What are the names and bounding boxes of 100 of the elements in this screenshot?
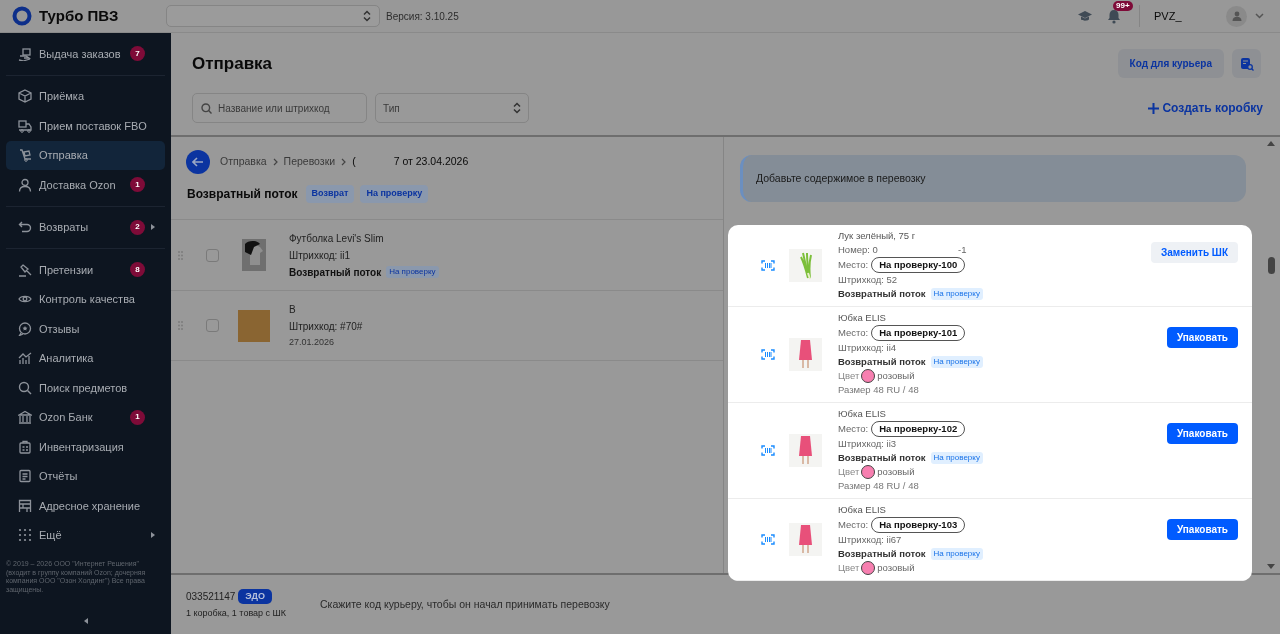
drag-handle-icon[interactable] <box>178 250 183 260</box>
updown-icon <box>363 10 371 22</box>
color-label: Цвет <box>838 369 860 383</box>
sidebar-item[interactable]: Прием поставок FBO <box>6 111 165 141</box>
sidebar-label: Адресное хранение <box>39 498 142 514</box>
bank-icon <box>18 410 32 425</box>
sidebar-item[interactable]: Инвентаризация <box>6 432 165 462</box>
count-badge: 1 <box>130 409 145 425</box>
shipment-number: 033521147 <box>186 589 236 604</box>
breadcrumb-text: 7 от 23.04.2026 <box>393 154 469 170</box>
count-badge: 8 <box>130 262 145 278</box>
product-name: B <box>289 302 297 317</box>
search-field[interactable]: Название или штрихкод <box>192 93 367 123</box>
sidebar-item[interactable]: Приёмка <box>6 81 165 111</box>
document-search-icon <box>1239 56 1254 71</box>
product-name: Юбка ELIS <box>838 503 887 517</box>
flow-text: Возвратный поток <box>838 287 926 301</box>
info-text: Добавьте содержимое в перевозку <box>756 170 926 186</box>
barcode-text: Штрихкод: ii1 <box>289 248 352 263</box>
sidebar-label: Ещё <box>39 528 63 543</box>
product-name: Юбка ELIS <box>838 407 887 421</box>
number-text: -1 <box>958 243 967 257</box>
status-tag: Возврат <box>305 185 355 203</box>
color-label: Цвет <box>838 465 860 479</box>
pack-button[interactable]: Упаковать <box>1166 519 1238 540</box>
sidebar-item[interactable]: Адресное хранение <box>6 491 165 521</box>
flow-text: Возвратный поток <box>838 355 926 369</box>
sidebar-item[interactable]: Возвраты 2 <box>6 212 165 242</box>
number-text: Номер: 0 <box>838 243 879 257</box>
status-tag: На проверку <box>360 185 429 203</box>
avatar[interactable] <box>1226 5 1247 27</box>
document-icon <box>18 469 32 484</box>
scrollbar-thumb[interactable] <box>1267 256 1275 274</box>
cart-icon <box>18 148 32 163</box>
sidebar-item[interactable]: Поиск предметов <box>6 373 165 403</box>
logo-icon <box>12 6 32 26</box>
scroll-down-icon[interactable] <box>1267 564 1275 569</box>
barcode-scan-icon[interactable] <box>761 348 775 360</box>
barcode-text: Штрихкод: #70# <box>289 319 363 334</box>
place-label: Место: <box>838 326 869 340</box>
scroll-up-icon[interactable] <box>1267 141 1275 146</box>
checkbox[interactable] <box>206 319 219 332</box>
chevron-down-icon[interactable] <box>1255 13 1264 19</box>
sidebar-label: Аналитика <box>39 351 95 366</box>
sidebar-label: Претензии <box>39 262 95 278</box>
breadcrumb-link[interactable]: Перевозки <box>283 154 336 170</box>
barcode-scan-icon[interactable] <box>761 533 775 545</box>
sidebar-label: Ozon Банк <box>39 410 94 425</box>
status-tag: На проверку <box>930 288 983 300</box>
sidebar-item[interactable]: Доставка Ozon 1 <box>6 170 165 200</box>
place-label: Место: <box>838 422 869 436</box>
back-button[interactable] <box>186 150 210 174</box>
section-title: Возвратный поток <box>187 186 298 203</box>
user-name: PVZ_ <box>1154 8 1183 24</box>
sidebar-label: Отправка <box>39 148 89 163</box>
sidebar-item[interactable]: Ещё <box>6 520 165 550</box>
barcode-text: Штрихкод: ii67 <box>838 533 903 547</box>
sidebar-item[interactable]: Отзывы <box>6 314 165 344</box>
breadcrumb-link[interactable]: Отправка <box>220 154 267 170</box>
sidebar-label: Доставка Ozon <box>39 177 117 193</box>
pack-button[interactable]: Упаковать <box>1166 423 1238 444</box>
replace-barcode-button[interactable]: Заменить ШК <box>1151 242 1238 263</box>
clipboard-icon <box>18 439 32 454</box>
sidebar-item[interactable]: Ozon Банк 1 <box>6 402 165 432</box>
sidebar-item[interactable]: Выдача заказов 7 <box>6 39 165 69</box>
caret-left-icon[interactable] <box>83 618 88 624</box>
checkbox[interactable] <box>206 248 219 262</box>
hand-box-icon <box>18 46 32 61</box>
sidebar-label: Отзывы <box>39 321 81 337</box>
chevron-right-icon <box>272 158 278 166</box>
place-label: Место: <box>838 258 869 272</box>
gavel-icon <box>18 262 32 277</box>
product-image <box>238 309 270 342</box>
plus-icon <box>1148 102 1160 114</box>
create-box-link[interactable]: Создать коробку <box>1148 99 1263 117</box>
bell-icon[interactable] <box>1107 8 1121 24</box>
status-tag: На проверку <box>930 452 983 464</box>
sidebar-item[interactable]: Претензии 8 <box>6 255 165 285</box>
person-icon <box>18 177 32 192</box>
count-badge: 7 <box>130 46 145 62</box>
document-search-button[interactable] <box>1232 49 1261 78</box>
tshirt-photo <box>242 239 266 271</box>
pack-button[interactable]: Упаковать <box>1166 327 1238 348</box>
sidebar-item[interactable]: Контроль качества <box>6 284 165 314</box>
product-name: Лук зелёный, 75 г <box>838 229 917 243</box>
drag-handle-icon[interactable] <box>178 321 183 330</box>
search-icon <box>18 380 32 395</box>
search-icon <box>201 103 212 114</box>
breadcrumb-link[interactable]: ( <box>352 154 356 170</box>
place-label: Место: <box>838 518 869 532</box>
sidebar-item[interactable]: Отчёты <box>6 461 165 491</box>
sidebar-item[interactable]: Отправка <box>6 140 165 170</box>
graduation-cap-icon[interactable] <box>1077 10 1093 22</box>
dots-grid-icon <box>18 528 32 543</box>
sidebar-item[interactable]: Аналитика <box>6 343 165 373</box>
barcode-scan-icon[interactable] <box>761 259 775 271</box>
barcode-scan-icon[interactable] <box>761 444 775 456</box>
type-select[interactable]: Тип <box>375 93 529 123</box>
version-text: Версия: 3.10.25 <box>386 9 459 24</box>
barcode-text: Штрихкод: ii4 <box>838 341 898 355</box>
